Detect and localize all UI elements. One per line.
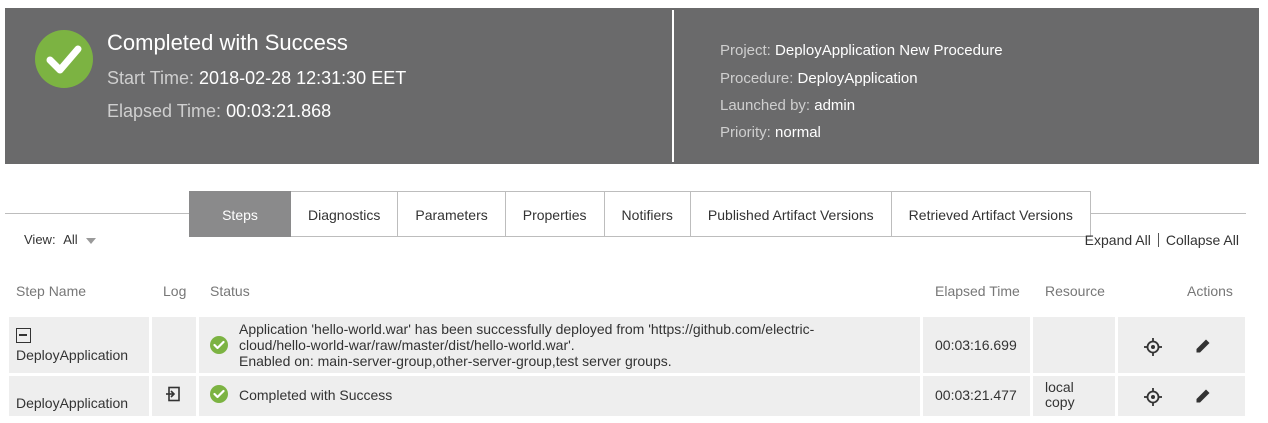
table-row: DeployApplication Completed with Success… (9, 376, 1245, 416)
step-name-cell: DeployApplication (9, 317, 149, 373)
tab-properties[interactable]: Properties (505, 191, 605, 237)
table-row: DeployApplication Application 'hello-wor… (9, 317, 1245, 373)
project-info: Project: DeployApplication New Procedure (720, 42, 1003, 59)
tab-bar: Steps Diagnostics Parameters Properties … (189, 191, 1091, 237)
log-cell (152, 376, 196, 416)
expand-collapse-links: Expand All Collapse All (1085, 232, 1239, 248)
elapsed-time: Elapsed Time: 00:03:21.868 (107, 101, 332, 121)
actions-cell (1118, 376, 1245, 416)
column-header-resource[interactable]: Resource (1045, 283, 1105, 299)
column-header-elapsed-time[interactable]: Elapsed Time (935, 283, 1020, 299)
resource-link[interactable]: local copy (1045, 380, 1095, 410)
crosshair-icon[interactable] (1144, 338, 1162, 361)
actions-cell (1118, 317, 1245, 373)
tab-published-artifact-versions[interactable]: Published Artifact Versions (690, 191, 892, 237)
resource-cell (1033, 317, 1115, 373)
success-check-icon (35, 30, 93, 88)
status-cell: Completed with Success (199, 376, 920, 416)
job-summary-banner: Completed with Success Start Time: 2018-… (5, 8, 1259, 164)
expand-all-link[interactable]: Expand All (1085, 232, 1151, 248)
tab-notifiers[interactable]: Notifiers (604, 191, 691, 237)
status-message: Application 'hello-world.war' has been s… (239, 321, 815, 369)
column-header-status[interactable]: Status (210, 283, 250, 299)
tab-parameters[interactable]: Parameters (398, 191, 506, 237)
elapsed-cell: 00:03:16.699 (923, 317, 1030, 373)
tab-retrieved-artifact-versions[interactable]: Retrieved Artifact Versions (891, 191, 1091, 237)
log-cell (152, 317, 196, 373)
status-cell: Application 'hello-world.war' has been s… (199, 317, 920, 373)
job-status-title: Completed with Success (107, 30, 348, 55)
view-filter[interactable]: View: All (24, 232, 97, 247)
resource-cell: local copy (1033, 376, 1115, 416)
tab-diagnostics[interactable]: Diagnostics (291, 191, 399, 237)
project-link[interactable]: DeployApplication New Procedure (775, 42, 1003, 59)
success-icon (210, 385, 228, 403)
status-message: Completed with Success (239, 387, 393, 403)
view-filter-value: All (63, 232, 78, 247)
priority-info: Priority: normal (720, 124, 821, 141)
crosshair-icon[interactable] (1144, 388, 1162, 411)
log-file-icon[interactable] (165, 386, 181, 407)
pencil-icon[interactable] (1195, 388, 1211, 409)
step-name-cell: DeployApplication (9, 376, 149, 416)
column-header-actions: Actions (1187, 283, 1233, 299)
column-header-step-name[interactable]: Step Name (16, 283, 86, 299)
procedure-link[interactable]: DeployApplication (798, 70, 918, 87)
start-time: Start Time: 2018-02-28 12:31:30 EET (107, 68, 407, 88)
chevron-down-icon (86, 237, 97, 244)
launched-by-info: Launched by: admin (720, 97, 856, 114)
step-name-link[interactable]: DeployApplication (16, 395, 128, 411)
procedure-info: Procedure: DeployApplication (720, 70, 918, 87)
column-header-log: Log (163, 283, 187, 299)
collapse-icon[interactable] (16, 328, 31, 343)
step-name-link[interactable]: DeployApplication (16, 347, 128, 363)
collapse-all-link[interactable]: Collapse All (1166, 232, 1239, 248)
banner-divider (672, 10, 674, 162)
pencil-icon[interactable] (1195, 338, 1211, 359)
elapsed-cell: 00:03:21.477 (923, 376, 1030, 416)
success-icon (210, 336, 228, 354)
tab-steps[interactable]: Steps (189, 191, 291, 237)
